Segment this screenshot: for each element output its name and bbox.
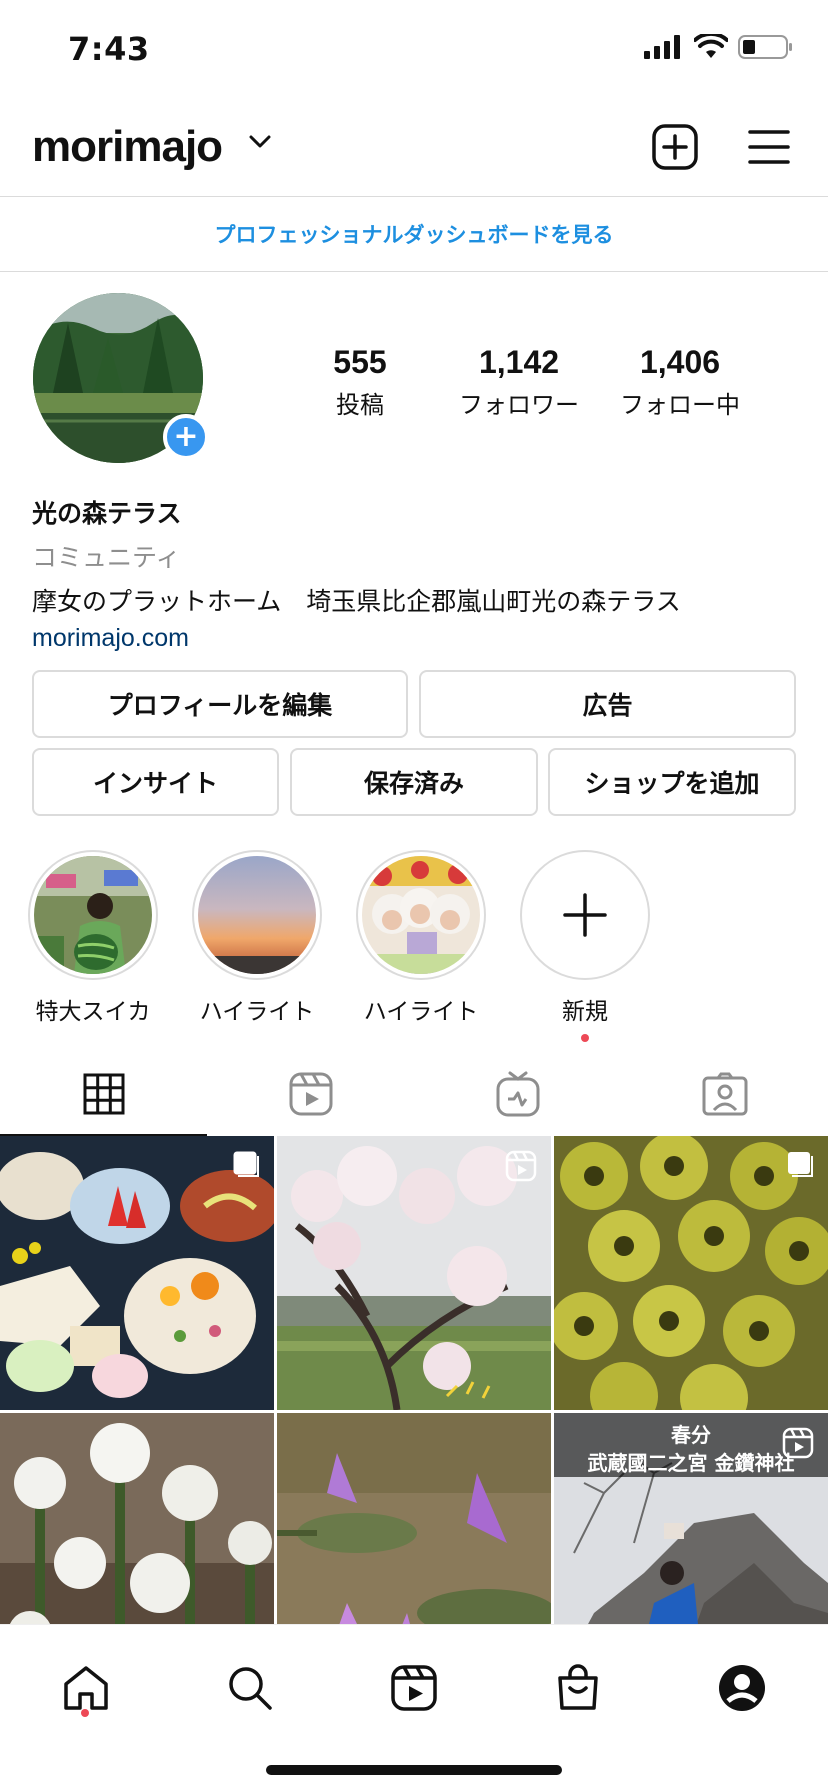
website-link[interactable]: morimajo.com bbox=[32, 624, 802, 653]
bottom-navigation bbox=[0, 1624, 828, 1792]
stat-followers[interactable]: 1,142 フォロワー bbox=[439, 344, 599, 420]
tab-posts-grid[interactable] bbox=[0, 1052, 207, 1136]
highlight-item[interactable]: 特大スイカ bbox=[28, 850, 158, 1026]
following-label: フォロー中 bbox=[620, 391, 740, 419]
nav-profile[interactable] bbox=[702, 1653, 782, 1723]
home-icon bbox=[64, 1666, 108, 1710]
status-icons bbox=[644, 34, 794, 60]
highlight-ring bbox=[356, 850, 486, 980]
new-post-icon[interactable] bbox=[652, 124, 698, 170]
username-switcher[interactable]: morimajo bbox=[32, 122, 223, 172]
post-thumbnail[interactable]: 春分 武蔵國二之宮 金鑽神社 bbox=[554, 1413, 828, 1624]
reel-badge-icon bbox=[505, 1150, 537, 1182]
post-thumbnail[interactable] bbox=[0, 1413, 274, 1624]
followers-label: フォロワー bbox=[459, 391, 579, 419]
highlight-item[interactable]: ハイライト bbox=[356, 850, 486, 1026]
profile-icon bbox=[719, 1665, 765, 1711]
post-thumbnail[interactable] bbox=[0, 1136, 274, 1410]
bio-text: 摩女のプラットホーム 埼玉県比企郡嵐山町光の森テラス bbox=[32, 587, 681, 616]
highlight-cover bbox=[34, 856, 152, 974]
home-notification-dot bbox=[81, 1709, 89, 1717]
add-shop-button[interactable]: ショップを追加 bbox=[548, 748, 796, 816]
highlight-label: 特大スイカ bbox=[35, 999, 151, 1025]
professional-dashboard-link[interactable]: プロフェッショナルダッシュボードを見る bbox=[215, 219, 614, 249]
tab-tagged[interactable] bbox=[621, 1052, 828, 1136]
professional-dashboard-banner[interactable]: プロフェッショナルダッシュボードを見る bbox=[0, 196, 828, 272]
battery-icon bbox=[738, 35, 792, 59]
insights-button[interactable]: インサイト bbox=[32, 748, 279, 816]
highlight-label: ハイライト bbox=[199, 999, 315, 1025]
tab-reels[interactable] bbox=[207, 1052, 414, 1136]
watermelon-photo bbox=[34, 856, 152, 974]
display-name: 光の森テラス bbox=[32, 499, 182, 528]
highlight-item[interactable]: ハイライト bbox=[192, 850, 322, 1026]
add-story-button[interactable]: + bbox=[163, 414, 209, 460]
menu-icon[interactable] bbox=[748, 128, 790, 166]
nav-shop[interactable] bbox=[538, 1653, 618, 1723]
search-icon bbox=[229, 1667, 272, 1710]
post-thumbnail[interactable] bbox=[277, 1413, 551, 1624]
post-thumbnail[interactable] bbox=[554, 1136, 828, 1410]
post-thumbnail[interactable] bbox=[277, 1136, 551, 1410]
profile-header: morimajo bbox=[0, 108, 828, 196]
home-indicator bbox=[266, 1765, 562, 1775]
reels-icon bbox=[289, 1072, 332, 1116]
followers-count: 1,142 bbox=[478, 344, 560, 380]
edit-profile-button[interactable]: プロフィールを編集 bbox=[32, 670, 408, 738]
nav-reels[interactable] bbox=[374, 1653, 454, 1723]
following-count: 1,406 bbox=[639, 344, 721, 380]
highlight-cover bbox=[362, 856, 480, 974]
status-time: 7:43 bbox=[68, 30, 150, 68]
katakuri-flower-photo bbox=[277, 1413, 551, 1624]
highlight-ring bbox=[28, 850, 158, 980]
profile-tabs bbox=[0, 1052, 828, 1136]
stat-following[interactable]: 1,406 フォロー中 bbox=[600, 344, 760, 420]
highlight-cover bbox=[198, 856, 316, 974]
posts-grid: 春分 武蔵國二之宮 金鑽神社 bbox=[0, 1136, 828, 1624]
tagged-icon bbox=[702, 1072, 747, 1116]
saved-button[interactable]: 保存済み bbox=[290, 748, 538, 816]
stat-posts[interactable]: 555 投稿 bbox=[280, 344, 440, 420]
new-highlight[interactable]: 新規 bbox=[520, 850, 650, 1042]
highlight-label: ハイライト bbox=[363, 999, 479, 1025]
reel-badge-icon bbox=[782, 1427, 814, 1459]
sunset-photo bbox=[198, 856, 316, 974]
multi-post-icon bbox=[788, 1152, 813, 1177]
highlight-label: 新規 bbox=[562, 999, 608, 1025]
wifi-icon bbox=[694, 34, 728, 58]
multi-post-icon bbox=[233, 1151, 259, 1177]
group-photo bbox=[362, 856, 480, 974]
signal-icon bbox=[644, 35, 680, 59]
igtv-icon bbox=[496, 1071, 539, 1117]
grid-icon bbox=[83, 1073, 124, 1115]
chevron-down-icon[interactable] bbox=[248, 134, 272, 150]
new-indicator-dot bbox=[581, 1034, 589, 1042]
profile-bio: 光の森テラス コミュニティ 摩女のプラットホーム 埼玉県比企郡嵐山町光の森テラス… bbox=[32, 494, 802, 653]
reels-icon bbox=[391, 1665, 437, 1711]
tab-igtv[interactable] bbox=[414, 1052, 621, 1136]
ads-button[interactable]: 広告 bbox=[419, 670, 796, 738]
shopping-bag-icon bbox=[558, 1664, 598, 1710]
highlight-ring bbox=[192, 850, 322, 980]
white-flowers-photo bbox=[0, 1413, 274, 1624]
plus-icon bbox=[563, 893, 607, 937]
nav-search[interactable] bbox=[210, 1653, 290, 1723]
category-label: コミュニティ bbox=[32, 543, 181, 572]
highlight-ring bbox=[520, 850, 650, 980]
status-bar: 7:43 bbox=[0, 0, 828, 100]
posts-count: 555 bbox=[333, 344, 387, 380]
posts-label: 投稿 bbox=[336, 391, 384, 419]
